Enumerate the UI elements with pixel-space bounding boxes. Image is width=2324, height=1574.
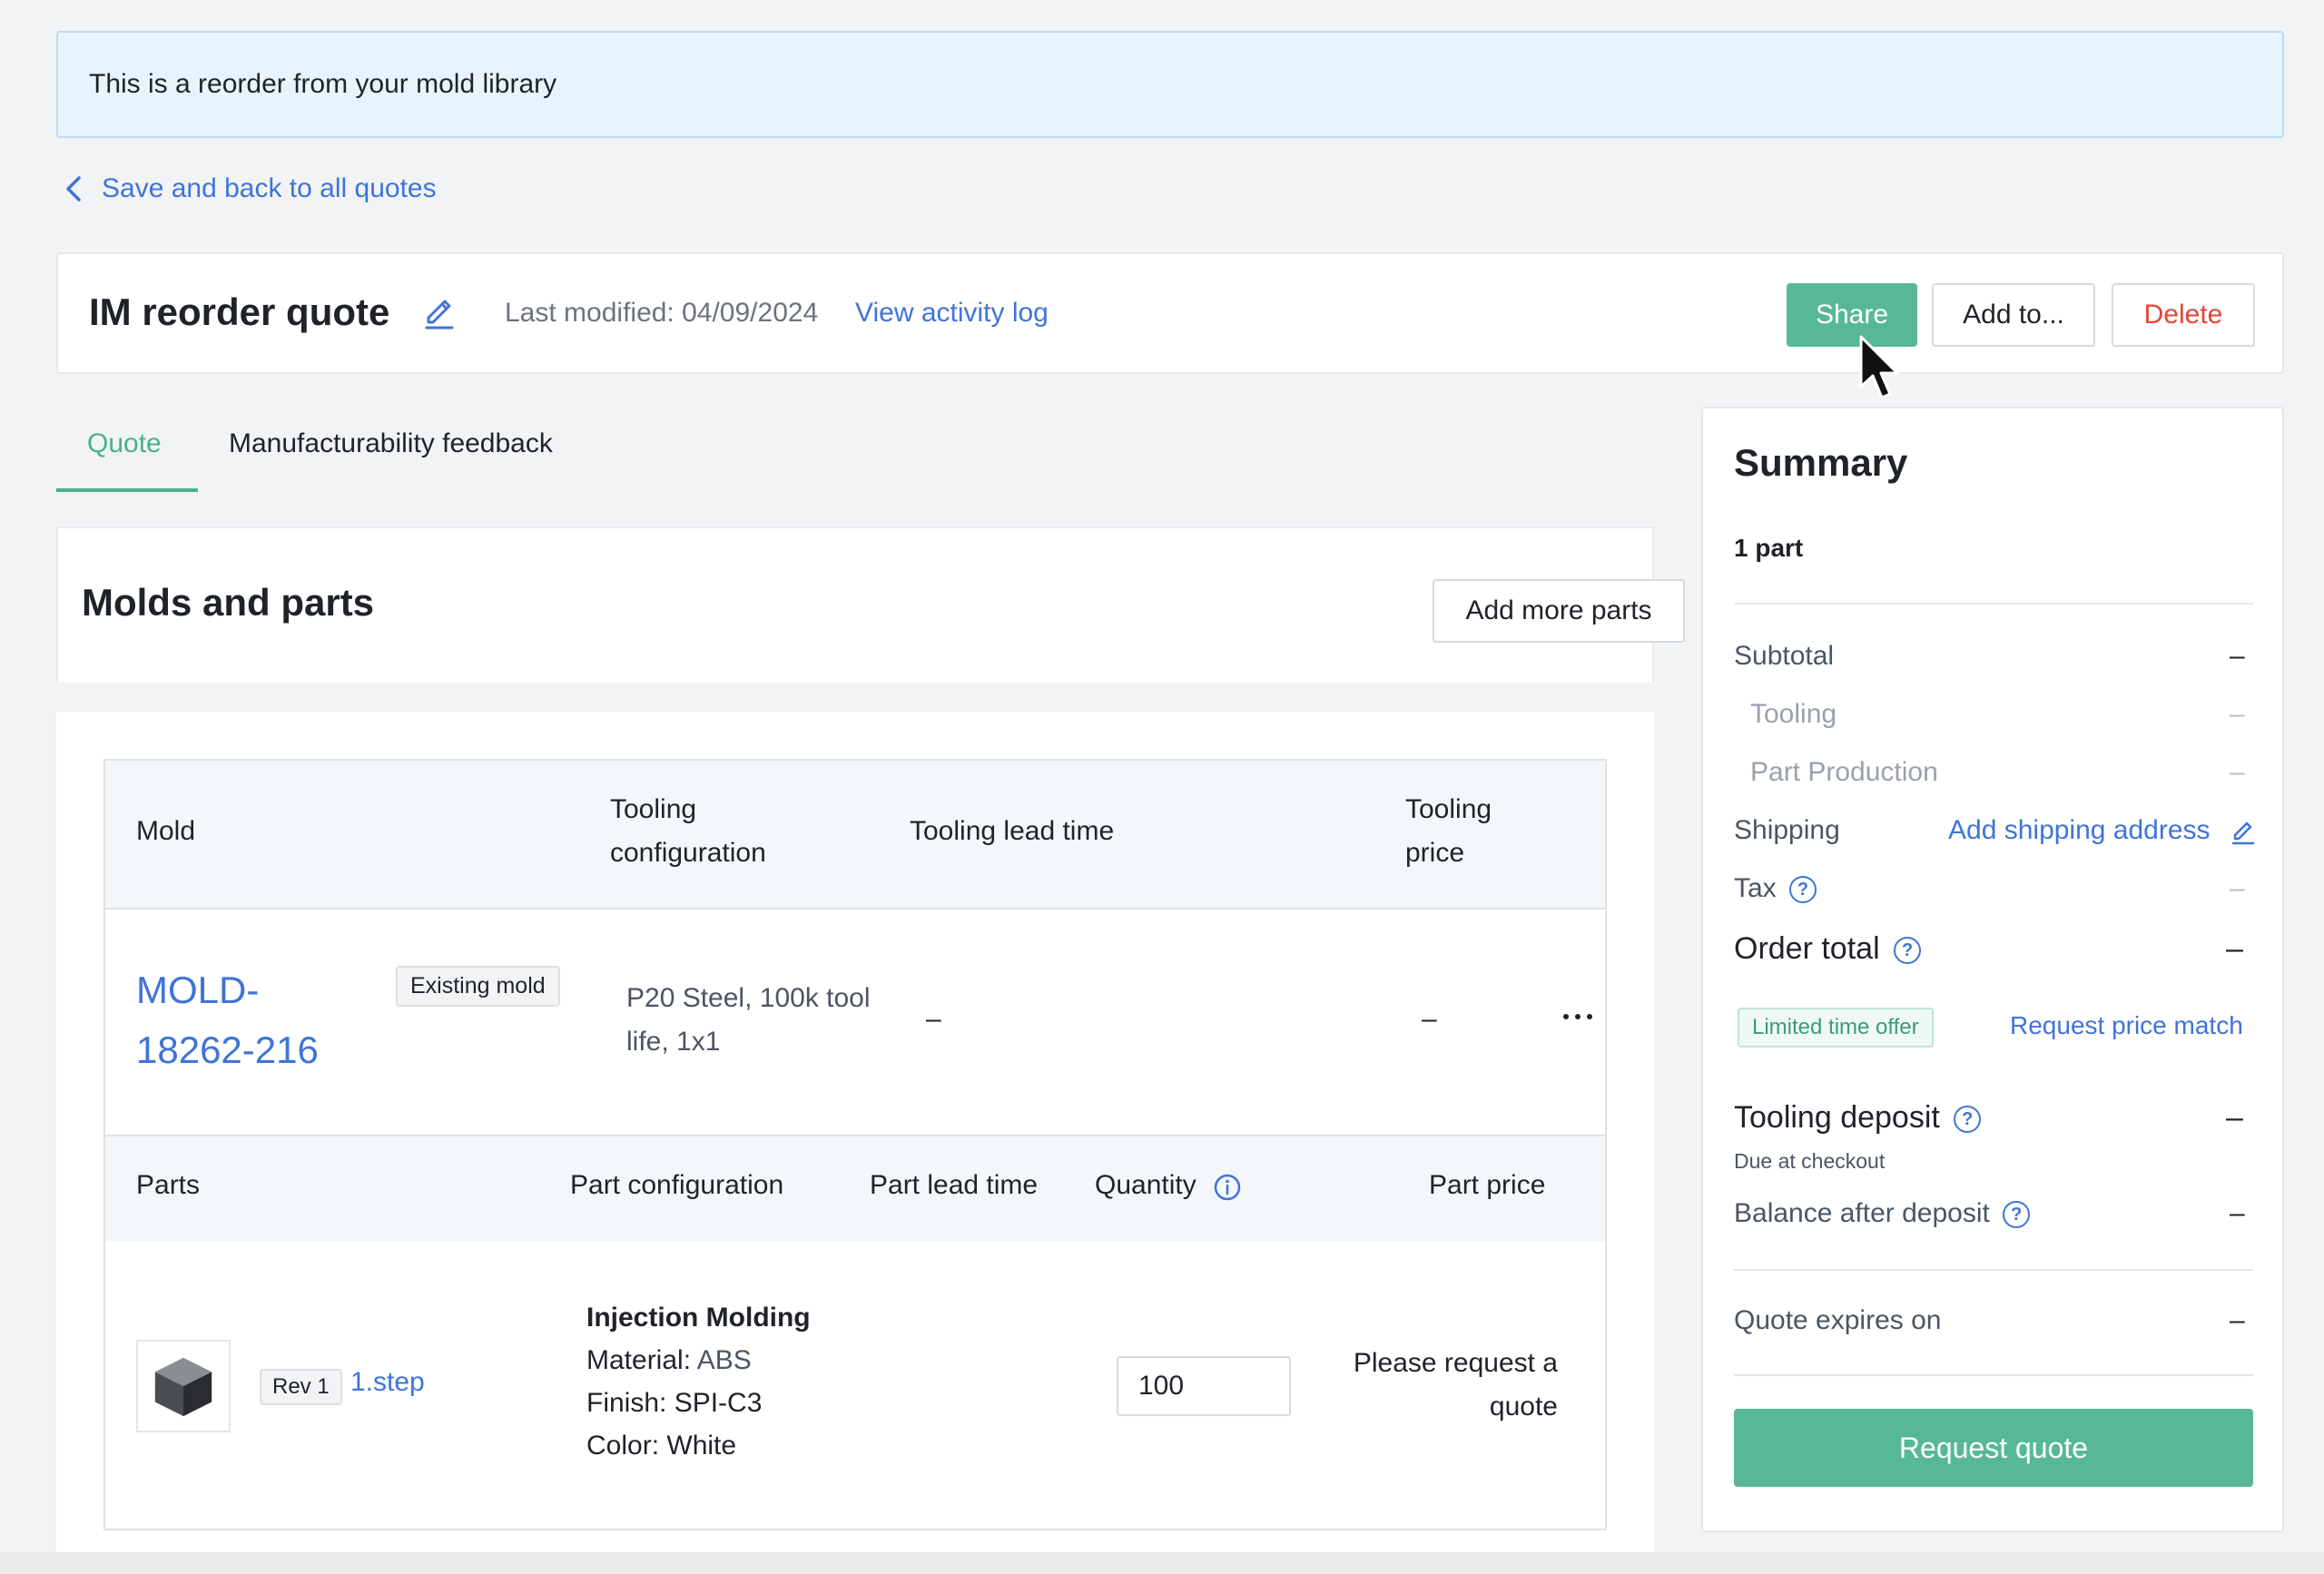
part-production-label: Part Production	[1750, 757, 1938, 787]
active-tab-indicator	[56, 488, 198, 492]
material-line: Material: ABS	[586, 1339, 811, 1382]
chevron-left-icon	[66, 176, 81, 202]
view-activity-log-link[interactable]: View activity log	[855, 298, 1049, 329]
part-thumbnail[interactable]	[136, 1340, 231, 1432]
due-at-checkout-label: Due at checkout	[1734, 1149, 1886, 1173]
molds-title: Molds and parts	[82, 581, 375, 624]
info-icon[interactable]	[1213, 1173, 1242, 1202]
col-tooling-price: Tooling price	[1405, 794, 1492, 868]
tooling-lead-value: –	[926, 1004, 941, 1034]
material-value: ABS	[696, 1345, 752, 1375]
process-value: Injection Molding	[586, 1303, 811, 1333]
pencil-icon[interactable]	[2228, 815, 2259, 846]
last-modified: Last modified: 04/09/2024	[505, 298, 819, 328]
tax-label: Tax	[1734, 873, 1777, 903]
part-configuration: Injection Molding Material: ABS Finish: …	[586, 1296, 811, 1467]
tooling-config-value: P20 Steel, 100k tool life, 1x1	[626, 983, 871, 1057]
quote-expires-value: –	[2230, 1305, 2245, 1335]
help-circle-icon[interactable]: ?	[2003, 1201, 2031, 1229]
reorder-info-banner: This is a reorder from your mold library	[56, 31, 2284, 138]
summary-divider	[1734, 1269, 2253, 1271]
revision-badge: Rev 1	[260, 1369, 342, 1405]
mold-table-header	[105, 761, 1605, 910]
page-bottom-edge	[0, 1552, 2324, 1574]
balance-after-deposit-row: Balance after deposit ?	[1734, 1198, 2031, 1229]
add-to-button[interactable]: Add to...	[1932, 283, 2095, 347]
finish-label: Finish:	[586, 1388, 667, 1418]
more-horizontal-icon[interactable]	[1560, 1006, 1596, 1028]
back-link-label: Save and back to all quotes	[102, 173, 437, 203]
mold-id-link[interactable]: MOLD-18262-216	[136, 960, 336, 1080]
col-mold: Mold	[136, 816, 196, 846]
banner-text: This is a reorder from your mold library	[89, 69, 557, 99]
tab-quote[interactable]: Quote	[87, 428, 162, 459]
tooling-price-value: –	[1422, 1004, 1437, 1034]
tooling-label: Tooling	[1750, 699, 1837, 729]
summary-divider	[1734, 603, 2253, 605]
col-part-configuration: Part configuration	[570, 1170, 784, 1200]
col-part-price: Part price	[1429, 1170, 1546, 1200]
summary-title: Summary	[1734, 441, 1908, 484]
parts-table-header	[105, 1135, 1605, 1242]
col-tooling-configuration: Tooling configuration	[610, 794, 766, 868]
order-total-label: Order total	[1734, 931, 1880, 966]
limited-time-offer-badge: Limited time offer	[1738, 1008, 1934, 1048]
existing-mold-badge: Existing mold	[396, 966, 560, 1007]
subtotal-label: Subtotal	[1734, 641, 1835, 671]
help-circle-icon[interactable]: ?	[1954, 1106, 1982, 1134]
quantity-input[interactable]	[1117, 1356, 1291, 1416]
back-to-quotes-link[interactable]: Save and back to all quotes	[56, 169, 437, 209]
request-quote-button[interactable]: Request quote	[1734, 1409, 2253, 1487]
tooling-deposit-value: –	[2226, 1100, 2243, 1135]
add-more-parts-button[interactable]: Add more parts	[1433, 579, 1685, 643]
subtotal-value: –	[2230, 641, 2245, 671]
quote-expires-label: Quote expires on	[1734, 1305, 1942, 1335]
molds-section-header: Molds and parts Add more parts	[56, 526, 1685, 683]
tooling-deposit-label: Tooling deposit	[1734, 1100, 1940, 1135]
mouse-cursor-icon	[1859, 335, 1899, 399]
tax-row: Tax ?	[1734, 873, 1817, 904]
pencil-icon[interactable]	[418, 289, 461, 332]
col-quantity: Quantity	[1095, 1170, 1196, 1200]
cube-icon	[154, 1357, 212, 1417]
summary-divider	[1734, 1374, 2253, 1376]
col-tooling-lead-time: Tooling lead time	[910, 816, 1115, 846]
parts-count: 1 part	[1734, 534, 1804, 562]
balance-after-deposit-value: –	[2230, 1198, 2245, 1228]
add-shipping-address-link[interactable]: Add shipping address	[1948, 815, 2211, 846]
tooling-deposit-row: Tooling deposit ?	[1734, 1100, 1982, 1136]
order-total-row: Order total ?	[1734, 931, 1922, 967]
balance-after-deposit-label: Balance after deposit	[1734, 1198, 1990, 1228]
request-price-match-link[interactable]: Request price match	[2010, 1011, 2243, 1040]
help-circle-icon[interactable]: ?	[1894, 937, 1922, 965]
quote-header: IM reorder quote Last modified: 04/09/20…	[56, 252, 2284, 374]
shipping-label: Shipping	[1734, 815, 1840, 845]
tooling-value: –	[2230, 699, 2245, 729]
finish-value: SPI-C3	[674, 1388, 763, 1418]
delete-button[interactable]: Delete	[2112, 283, 2255, 347]
order-total-value: –	[2226, 931, 2243, 966]
part-price-value: Please request a quote	[1353, 1348, 1558, 1422]
color-label: Color:	[586, 1431, 660, 1461]
help-circle-icon[interactable]: ?	[1789, 876, 1817, 904]
part-file-link[interactable]: 1.step	[350, 1367, 425, 1398]
tab-manufacturability-feedback[interactable]: Manufacturability feedback	[229, 428, 553, 459]
quote-title: IM reorder quote	[89, 290, 390, 333]
finish-line: Finish: SPI-C3	[586, 1382, 811, 1424]
color-value: White	[666, 1431, 737, 1461]
tax-value: –	[2230, 873, 2245, 903]
summary-panel	[1701, 407, 2284, 1532]
part-production-value: –	[2230, 757, 2245, 787]
material-label: Material:	[586, 1345, 692, 1375]
color-line: Color: White	[586, 1424, 811, 1467]
col-parts: Parts	[136, 1170, 201, 1200]
col-part-lead-time: Part lead time	[870, 1170, 1039, 1200]
